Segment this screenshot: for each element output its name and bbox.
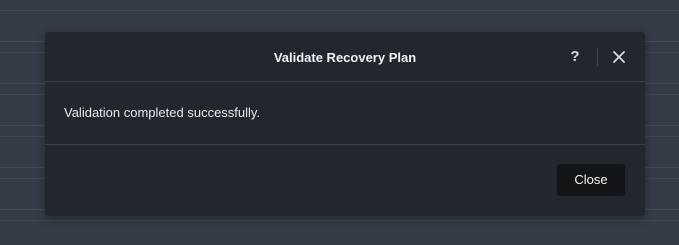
validate-recovery-plan-dialog: Validate Recovery Plan ? Validation comp… (45, 32, 645, 216)
dialog-header: Validate Recovery Plan ? (45, 32, 645, 82)
validation-message: Validation completed successfully. (64, 105, 261, 120)
dialog-title: Validate Recovery Plan (273, 50, 417, 65)
close-icon[interactable] (611, 49, 627, 65)
help-icon[interactable]: ? (567, 47, 583, 67)
close-button[interactable]: Close (557, 164, 625, 196)
close-x-icon (613, 51, 625, 63)
dialog-body: Validation completed successfully. (45, 82, 645, 145)
header-divider (597, 48, 598, 66)
